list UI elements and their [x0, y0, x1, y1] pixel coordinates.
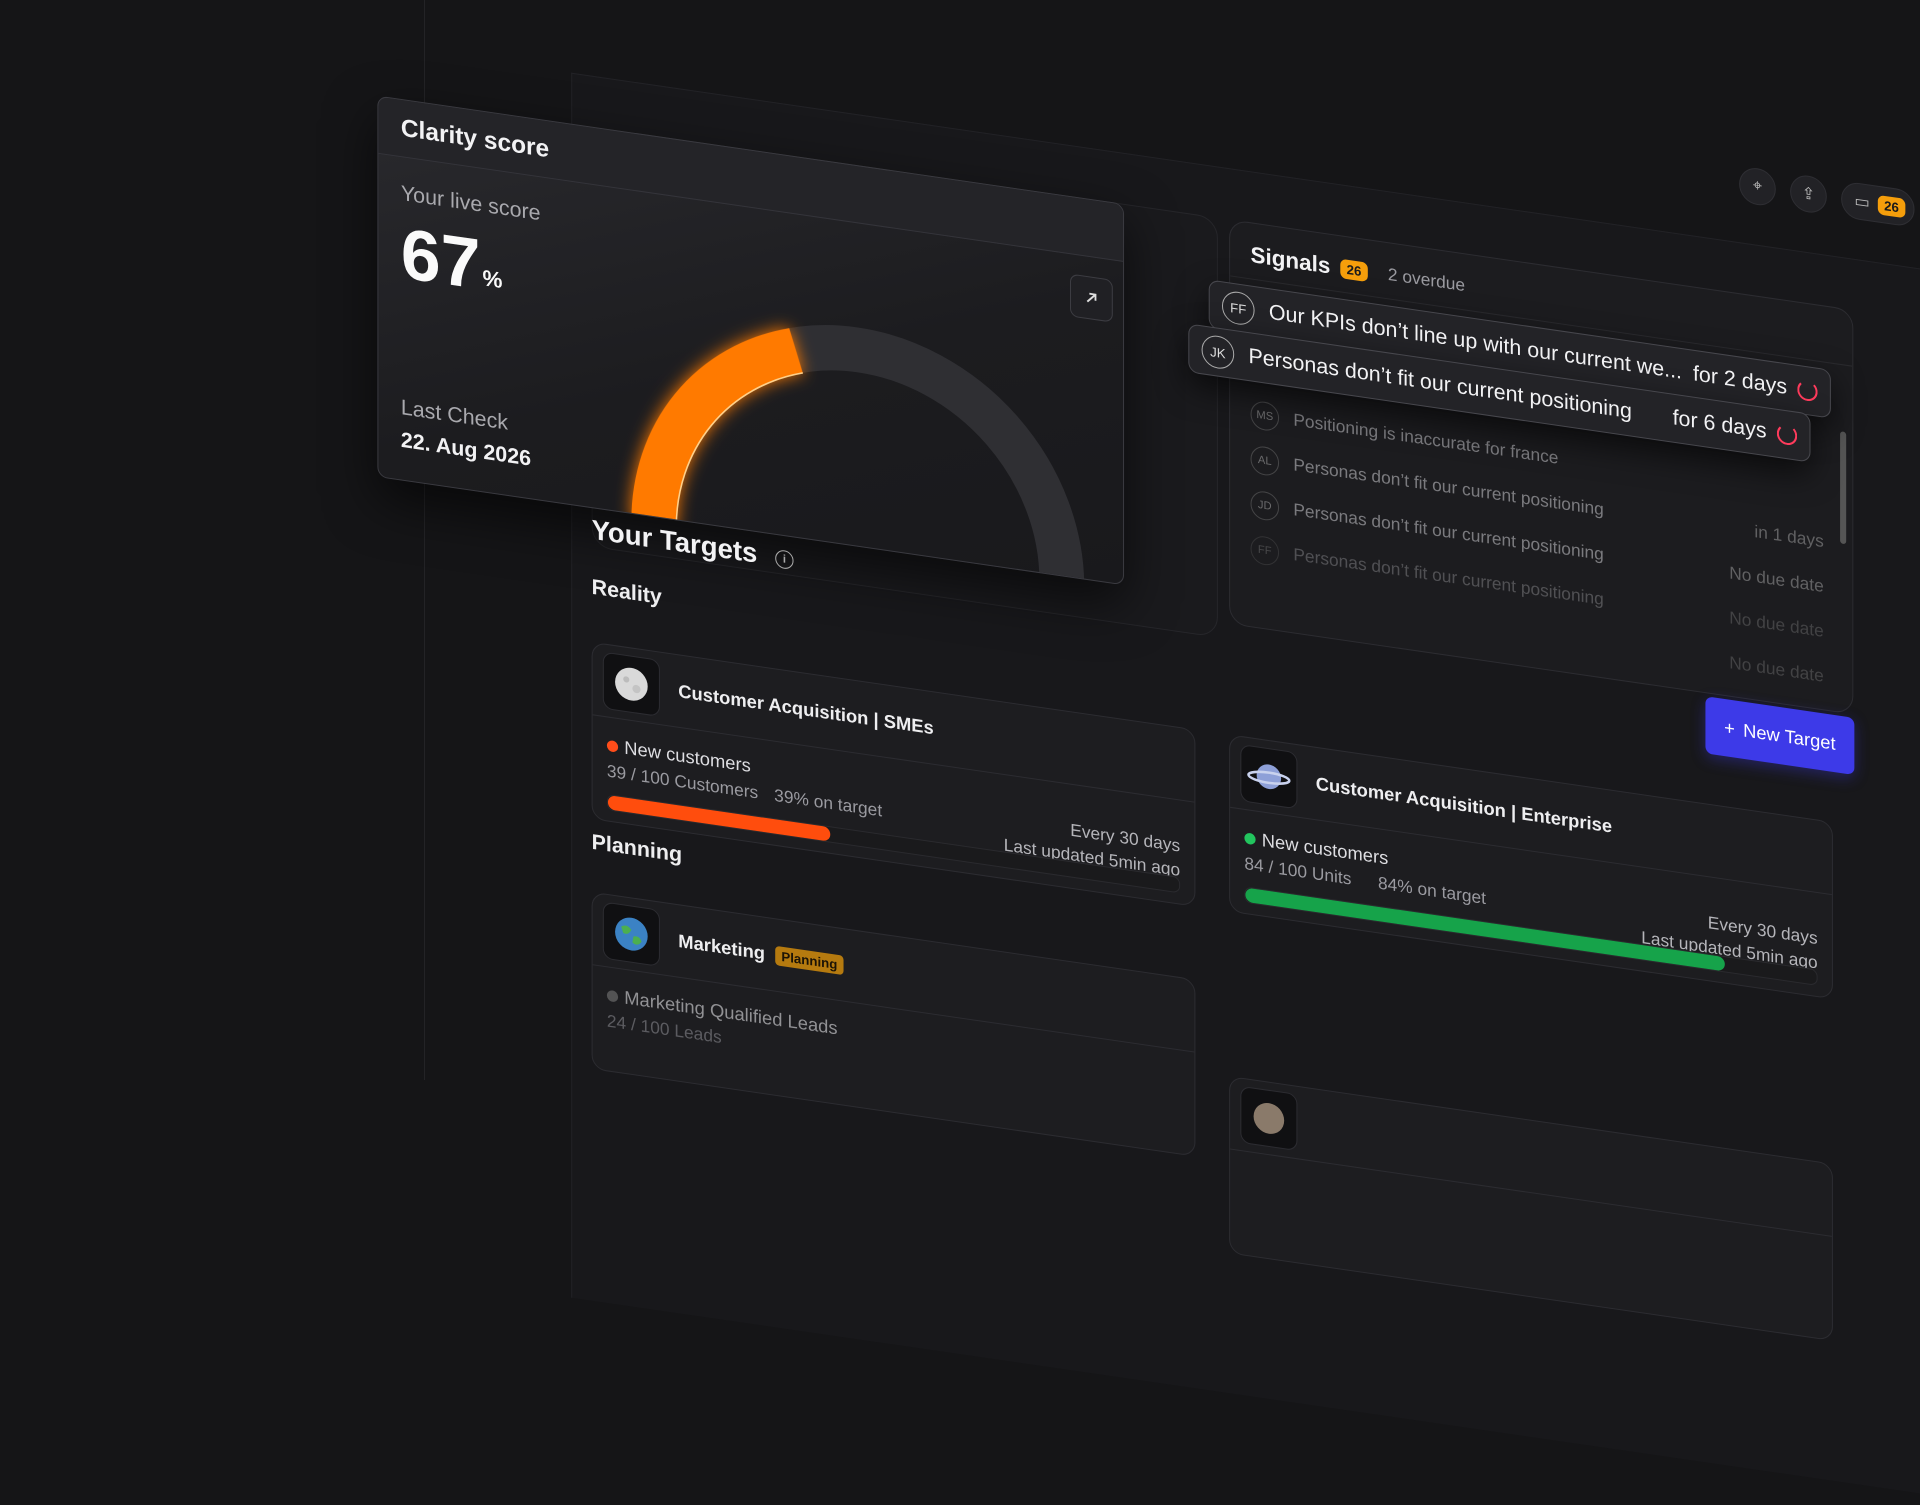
plus-icon: +: [1724, 716, 1735, 739]
target-name: Customer Acquisition | Enterprise: [1315, 772, 1613, 837]
avatar: FF: [1250, 534, 1280, 568]
focus-icon: ⌖: [1752, 176, 1763, 196]
avatar: MS: [1250, 399, 1280, 433]
status-dot: [606, 739, 619, 753]
moon-icon: [602, 651, 660, 717]
signal-due: for 2 days: [1692, 361, 1788, 400]
comments-count-badge: 26: [1877, 194, 1905, 218]
share-icon: ⇪: [1801, 184, 1816, 205]
signal-due: for 6 days: [1672, 405, 1767, 443]
score-value: 67: [400, 213, 481, 305]
signal-due: No due date: [1729, 607, 1824, 642]
gauge-fill: [631, 328, 804, 528]
planet-icon: [1240, 1085, 1298, 1152]
info-icon[interactable]: i: [775, 548, 794, 570]
avatar: JK: [1201, 333, 1235, 371]
score-unit: %: [482, 264, 503, 294]
planet-icon: [1240, 744, 1298, 810]
status-dot: [606, 989, 619, 1003]
chat-icon: ▭: [1854, 192, 1870, 213]
clarity-title: Clarity score: [400, 113, 550, 163]
signal-due: No due date: [1729, 652, 1824, 686]
signal-due: No due date: [1729, 563, 1824, 597]
arrow-up-right-icon: [1086, 292, 1097, 303]
signals-count-badge: 26: [1340, 258, 1368, 282]
planning-badge: Planning: [775, 945, 844, 975]
dashboard-stage: ⌖ ⇪ ▭ 26 Signals 26 2 overdue MS Positio…: [0, 0, 1920, 1505]
overdue-icon: [1776, 423, 1798, 447]
last-check-date: 22. Aug 2026: [400, 428, 532, 471]
screenshot-button[interactable]: ⌖: [1739, 165, 1776, 208]
target-name: Marketing: [678, 930, 766, 964]
avatar: FF: [1221, 289, 1255, 327]
avatar: JD: [1250, 489, 1280, 523]
avatar: AL: [1250, 444, 1280, 478]
signals-title: Signals: [1250, 241, 1331, 279]
share-button[interactable]: ⇪: [1790, 173, 1827, 216]
signals-overdue: 2 overdue: [1387, 264, 1466, 296]
signal-due: in 1 days: [1754, 521, 1824, 552]
new-target-label: New Target: [1743, 719, 1836, 754]
toolbar: ⌖ ⇪ ▭ 26: [1739, 165, 1915, 228]
status-dot: [1244, 832, 1256, 846]
earth-icon: [602, 901, 660, 967]
target-name: Customer Acquisition | SMEs: [678, 680, 934, 738]
percent-text: 84% on target: [1378, 873, 1486, 909]
comments-button[interactable]: ▭ 26: [1841, 180, 1915, 228]
percent-text: 39% on target: [774, 785, 883, 821]
overdue-icon: [1797, 379, 1818, 403]
